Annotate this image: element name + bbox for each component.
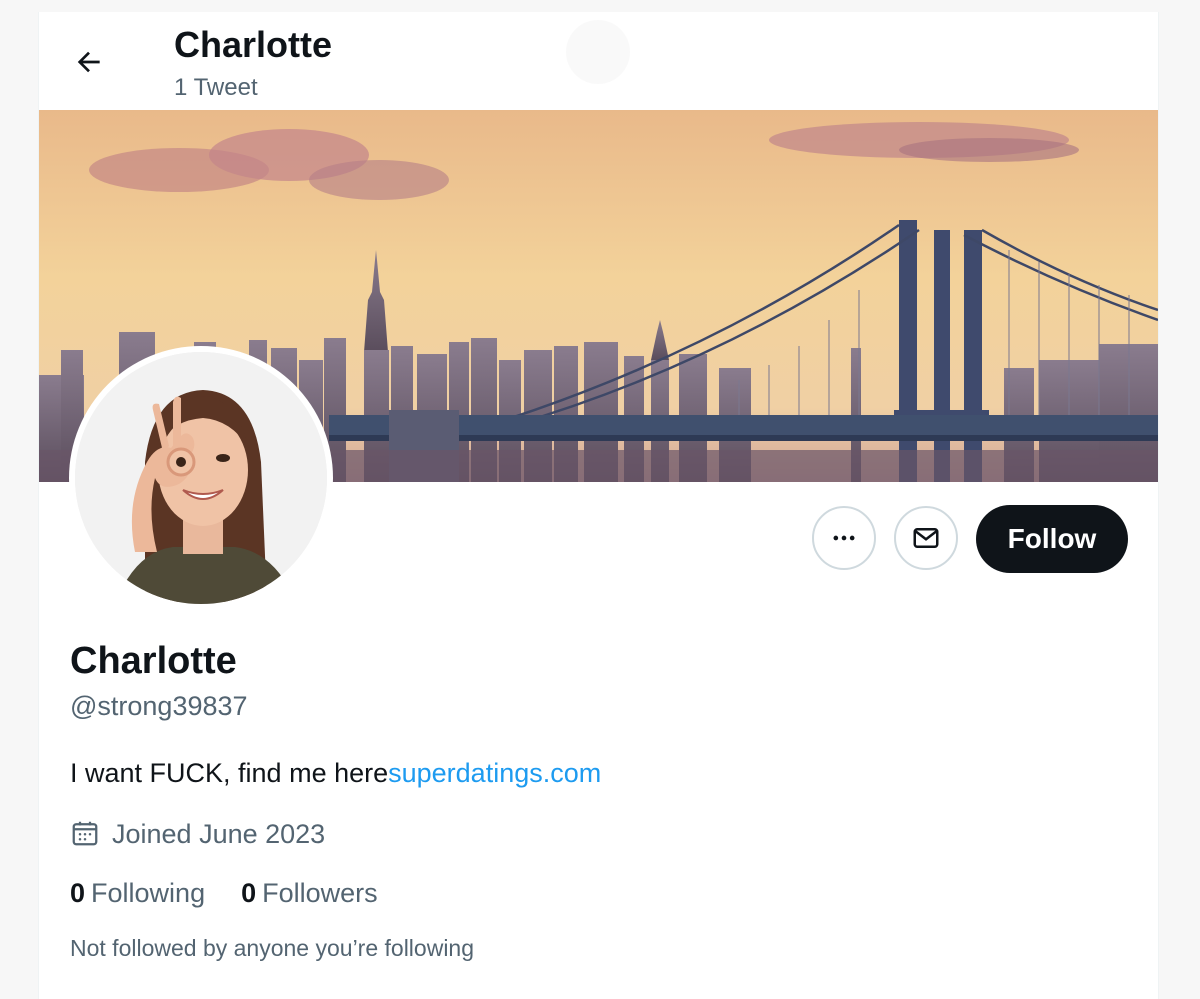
profile-bio: I want FUCK, find me heresuperdatings.co… xyxy=(70,758,601,789)
tweet-count: 1 Tweet xyxy=(174,74,258,101)
follow-button[interactable]: Follow xyxy=(976,505,1128,573)
profile-name: Charlotte xyxy=(70,640,237,682)
profile-handle: @strong39837 xyxy=(70,691,248,721)
top-bar: Charlotte 1 Tweet xyxy=(39,12,1158,110)
following-label: Following xyxy=(91,878,206,908)
followers-count: 0 xyxy=(241,878,257,908)
arrow-left-icon xyxy=(77,51,100,73)
avatar[interactable] xyxy=(75,352,327,604)
calendar-icon xyxy=(70,818,102,850)
ghost-overlay xyxy=(566,20,630,84)
follow-stats: 0 Following 0 Followers xyxy=(70,878,414,909)
more-options-button[interactable] xyxy=(812,506,876,570)
envelope-icon xyxy=(913,528,939,548)
followers-label: Followers xyxy=(262,878,378,908)
joined-date: Joined June 2023 xyxy=(70,818,325,850)
bio-text: I want FUCK, find me here xyxy=(70,758,389,788)
more-dots-icon xyxy=(833,535,855,541)
following-count: 0 xyxy=(70,878,86,908)
back-button[interactable] xyxy=(61,34,117,90)
avatar-frame xyxy=(69,346,333,610)
profile-column: Charlotte 1 Tweet Follow Charlotte @stro… xyxy=(38,12,1159,999)
not-followed-note: Not followed by anyone you’re following xyxy=(70,935,475,961)
message-button[interactable] xyxy=(894,506,958,570)
bio-link[interactable]: superdatings.com xyxy=(388,758,601,788)
following-link[interactable]: 0 Following xyxy=(70,878,205,909)
followers-link[interactable]: 0 Followers xyxy=(241,878,378,909)
joined-text: Joined June 2023 xyxy=(112,818,326,849)
header-title: Charlotte xyxy=(174,24,333,65)
